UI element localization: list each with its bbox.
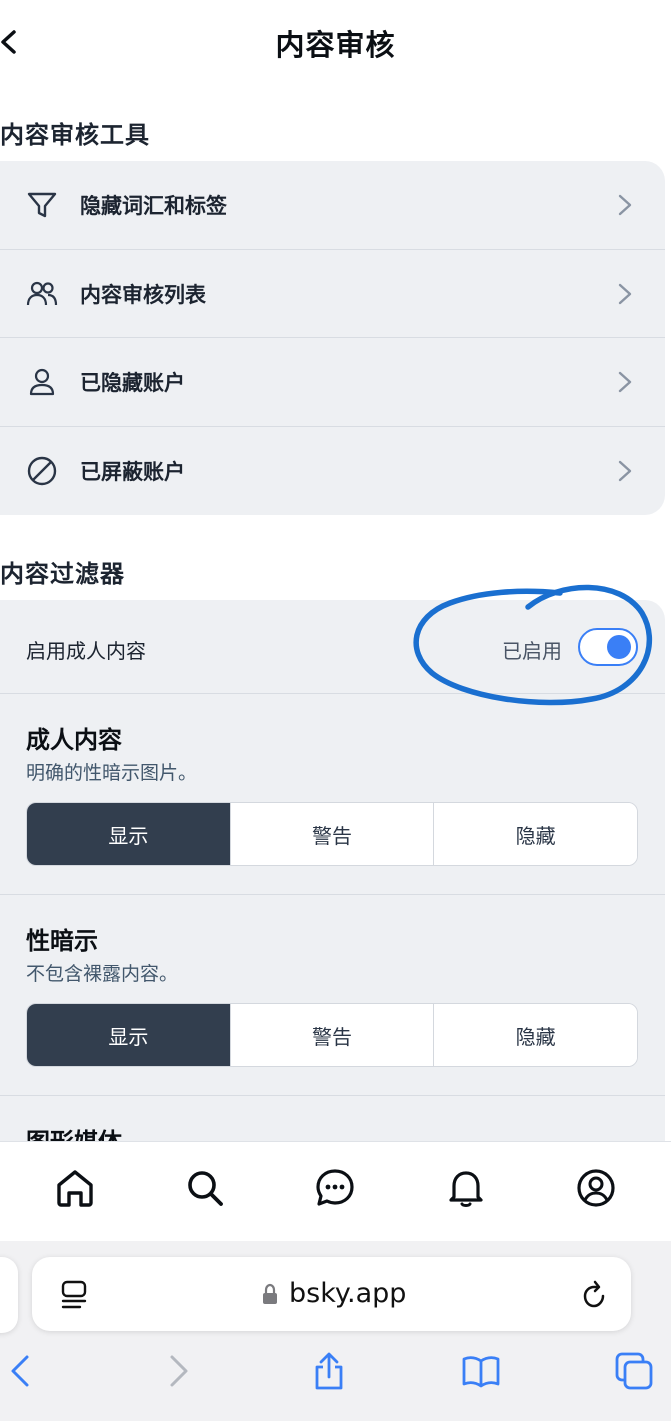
back-icon[interactable] xyxy=(2,1351,42,1391)
url-text[interactable]: bsky.app xyxy=(289,1278,406,1309)
tabs-icon[interactable] xyxy=(614,1351,654,1391)
page-title: 内容审核 xyxy=(275,28,396,62)
forward-icon[interactable] xyxy=(158,1351,198,1391)
reload-icon[interactable] xyxy=(578,1279,610,1311)
block-icon xyxy=(27,456,57,485)
visibility-segmented-control: 显示 警告 隐藏 xyxy=(26,1003,638,1067)
search-icon[interactable] xyxy=(183,1166,227,1210)
muted-words-row[interactable]: 隐藏词汇和标签 xyxy=(0,161,665,250)
bookmarks-icon[interactable] xyxy=(461,1351,501,1391)
home-icon[interactable] xyxy=(53,1166,97,1210)
share-icon[interactable] xyxy=(309,1351,349,1391)
filter-description: 明确的性暗示图片。 xyxy=(26,762,198,784)
address-bar[interactable]: bsky.app xyxy=(32,1257,631,1331)
muted-accounts-label: 已隐藏账户 xyxy=(80,371,185,395)
filters-card: 启用成人内容 已启用 成人内容 明确的性暗示图片。 显示 警告 隐藏 性暗示 不… xyxy=(0,600,665,1145)
filter-adult-content: 成人内容 明确的性暗示图片。 显示 警告 隐藏 xyxy=(0,694,665,895)
bottom-tab-bar xyxy=(0,1141,671,1241)
chat-icon[interactable] xyxy=(313,1166,357,1210)
filter-icon xyxy=(27,192,57,218)
tools-section-title: 内容审核工具 xyxy=(0,121,150,149)
adult-toggle-label: 启用成人内容 xyxy=(26,639,146,663)
bell-icon[interactable] xyxy=(444,1166,488,1210)
show-option[interactable]: 显示 xyxy=(27,1004,231,1066)
chevron-right-icon xyxy=(618,371,632,393)
tools-card: 隐藏词汇和标签 内容审核列表 已隐藏账户 已屏蔽账户 xyxy=(0,161,665,515)
chevron-right-icon xyxy=(618,283,632,304)
filter-suggestive: 性暗示 不包含裸露内容。 显示 警告 隐藏 xyxy=(0,895,665,1096)
hide-option[interactable]: 隐藏 xyxy=(434,1004,637,1066)
visibility-segmented-control: 显示 警告 隐藏 xyxy=(26,802,638,866)
app-root: 内容审核 内容审核工具 隐藏词汇和标签 内容审核列表 已隐藏账户 已屏蔽账户 内… xyxy=(0,0,671,1421)
toggle-status-text: 已启用 xyxy=(502,639,562,663)
filters-section-title: 内容过滤器 xyxy=(0,560,125,588)
adult-content-toggle[interactable] xyxy=(578,628,638,666)
browser-toolbar: bsky.app xyxy=(0,1241,671,1421)
chevron-right-icon xyxy=(618,194,632,216)
filter-description: 不包含裸露内容。 xyxy=(26,963,179,985)
moderation-lists-label: 内容审核列表 xyxy=(80,282,206,307)
page-menu-icon[interactable] xyxy=(60,1279,90,1311)
adult-content-toggle-row: 启用成人内容 已启用 xyxy=(0,600,665,694)
previous-tab-preview[interactable] xyxy=(0,1257,18,1333)
toggle-knob xyxy=(607,635,631,659)
blocked-accounts-row[interactable]: 已屏蔽账户 xyxy=(0,427,665,516)
filter-title-partial: 图形媒体 xyxy=(26,1128,122,1142)
lock-icon xyxy=(263,1283,277,1304)
moderation-lists-row[interactable]: 内容审核列表 xyxy=(0,250,665,338)
show-option[interactable]: 显示 xyxy=(27,803,231,865)
blocked-accounts-label: 已屏蔽账户 xyxy=(80,459,185,484)
muted-words-label: 隐藏词汇和标签 xyxy=(80,194,227,218)
warn-option[interactable]: 警告 xyxy=(230,1004,435,1066)
warn-option[interactable]: 警告 xyxy=(230,803,435,865)
chevron-right-icon xyxy=(618,460,632,481)
muted-accounts-row[interactable]: 已隐藏账户 xyxy=(0,338,665,427)
person-icon xyxy=(29,368,55,396)
hide-option[interactable]: 隐藏 xyxy=(434,803,637,865)
filter-title: 性暗示 xyxy=(26,927,98,955)
profile-icon[interactable] xyxy=(574,1166,618,1210)
filter-title: 成人内容 xyxy=(26,726,122,754)
users-icon xyxy=(26,281,58,305)
header: 内容审核 xyxy=(0,0,671,88)
